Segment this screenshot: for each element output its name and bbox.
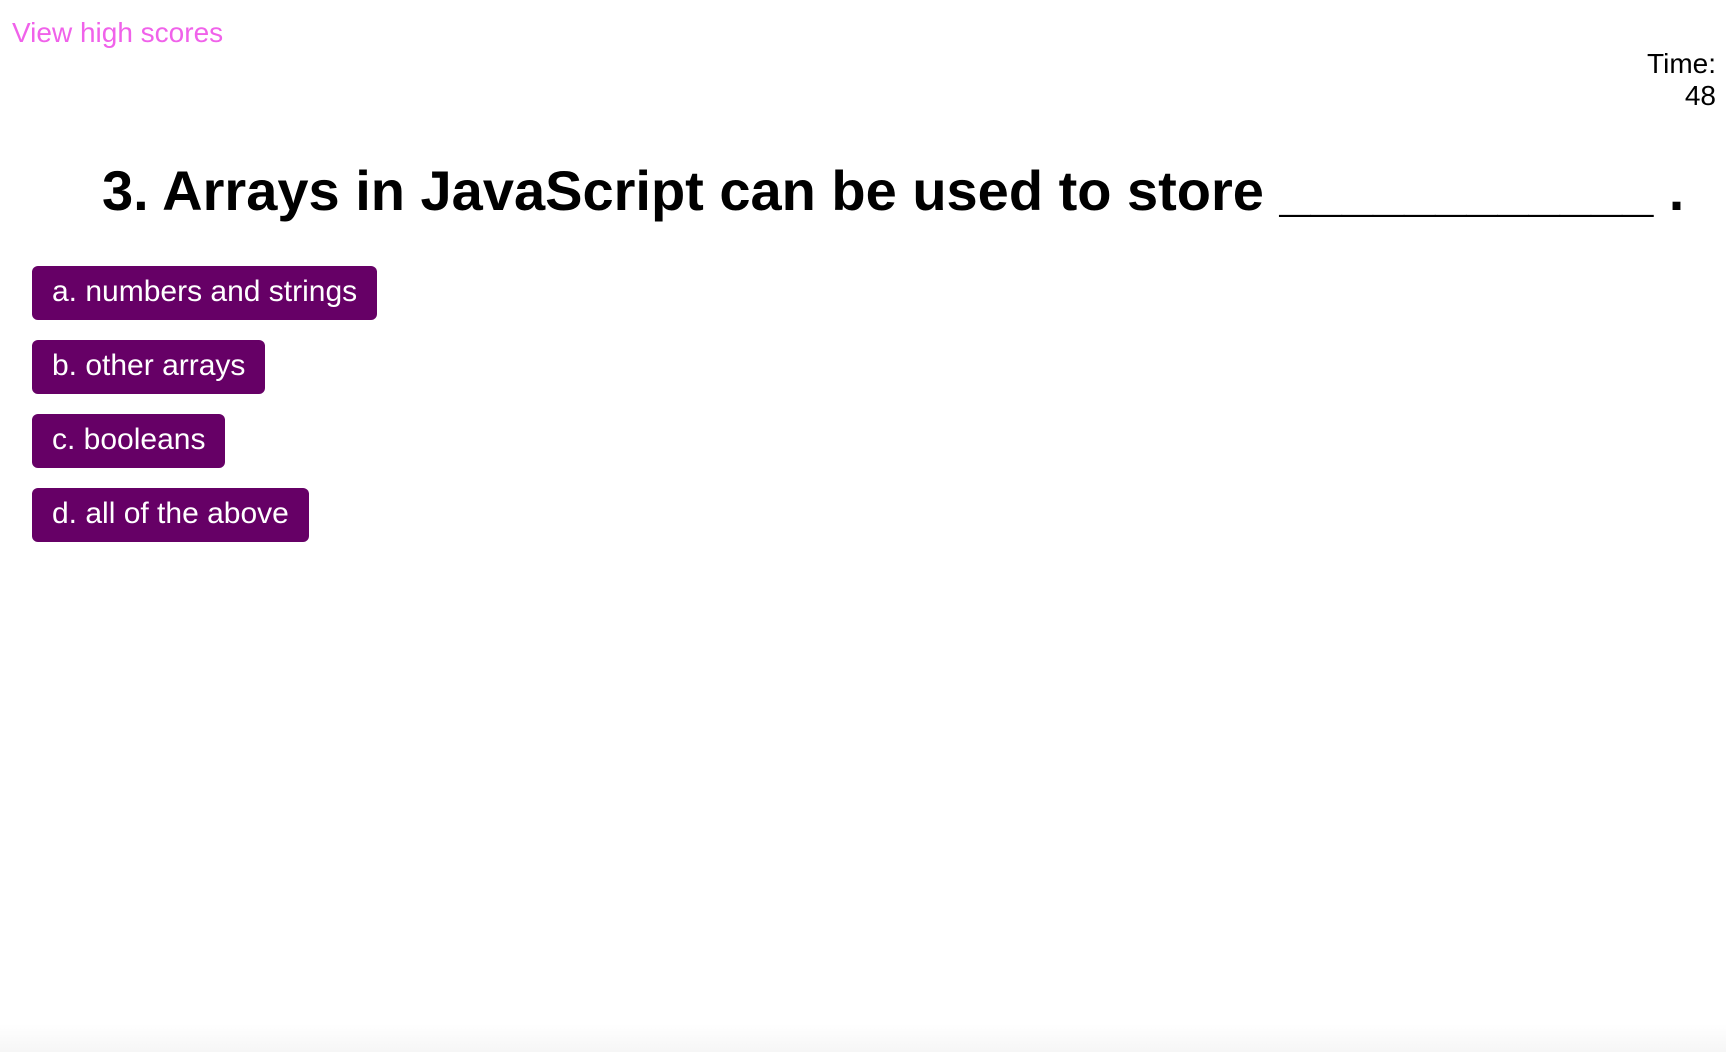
choice-d-button[interactable]: d. all of the above (32, 488, 309, 542)
quiz-page: View high scores Time: 48 3. Arrays in J… (0, 0, 1726, 1052)
timer-label: Time: (1647, 48, 1716, 79)
choice-a-button[interactable]: a. numbers and strings (32, 266, 378, 320)
timer: Time: 48 (1647, 48, 1716, 112)
answer-choices: a. numbers and strings b. other arrays c… (32, 266, 378, 542)
timer-value: 48 (1684, 80, 1716, 111)
bottom-shade (0, 1024, 1726, 1052)
choice-c-button[interactable]: c. booleans (32, 414, 226, 468)
question-title: 3. Arrays in JavaScript can be used to s… (102, 159, 1685, 222)
choice-b-button[interactable]: b. other arrays (32, 340, 266, 394)
view-high-scores-link[interactable]: View high scores (12, 16, 223, 50)
